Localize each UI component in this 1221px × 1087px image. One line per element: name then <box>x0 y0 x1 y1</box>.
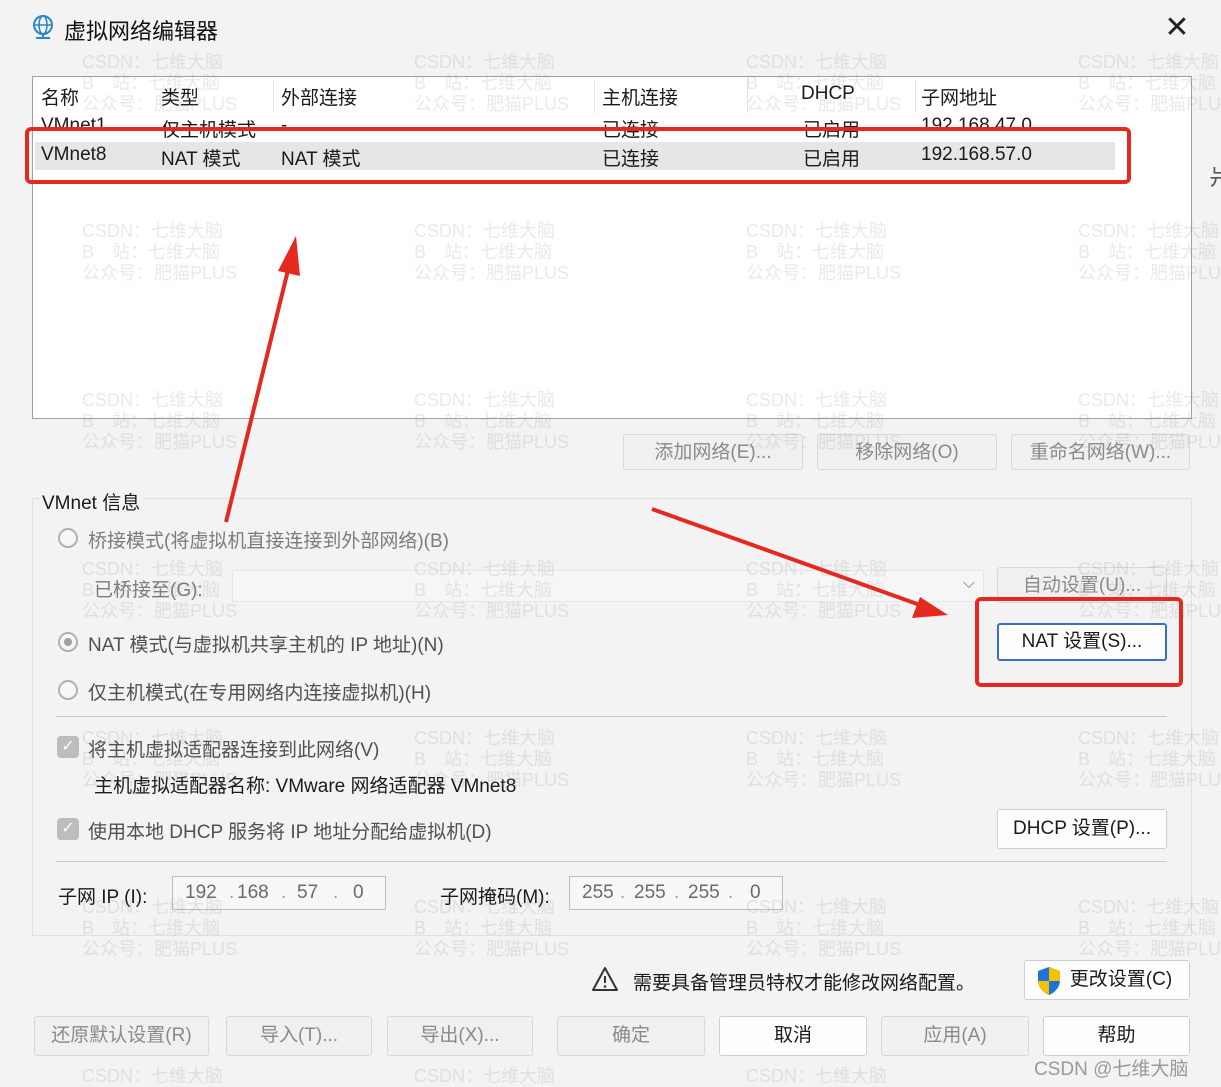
annotation-arrows <box>224 236 948 618</box>
annotation-arrow-up <box>224 261 292 523</box>
annotation-arrow-right <box>651 507 921 607</box>
annotation-arrowhead <box>912 597 948 618</box>
annotation-arrowhead <box>278 236 300 276</box>
virtual-network-editor-dialog: 虚拟网络编辑器 ✕ 名称 类型 外部连接 主机连接 DHCP 子网地址 VMne… <box>0 0 1221 1087</box>
csdn-footer-watermark: CSDN @七维大脑 <box>1034 1059 1189 1080</box>
